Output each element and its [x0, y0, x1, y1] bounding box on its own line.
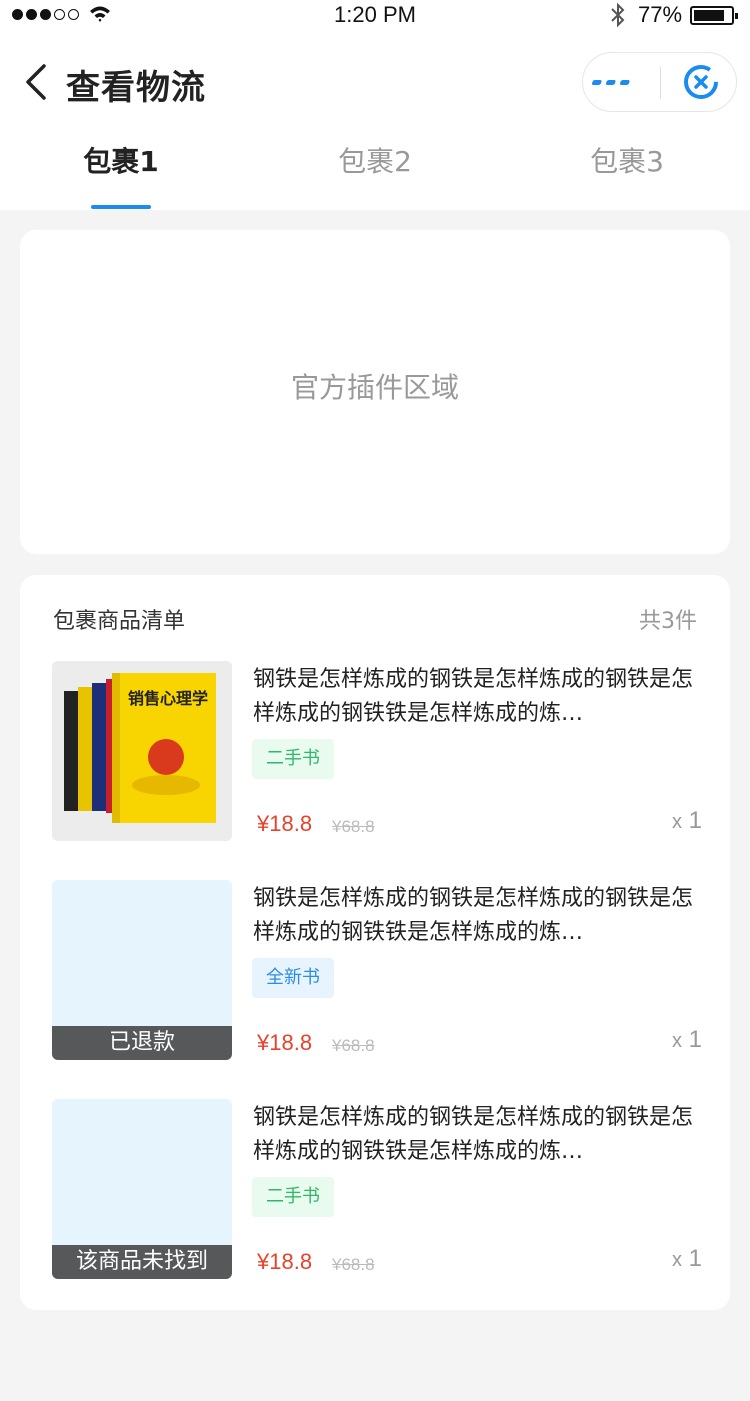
list-item[interactable]: 销售心理学 钢铁是怎样炼成的钢铁是怎样炼成的钢铁是怎样炼成的钢铁铁是怎样炼成的炼… — [52, 661, 702, 841]
list-title: 包裹商品清单 — [53, 609, 186, 634]
list-item[interactable]: 该商品未找到 钢铁是怎样炼成的钢铁是怎样炼成的钢铁是怎样炼成的钢铁铁是怎样炼成的… — [52, 1099, 702, 1279]
book-cover-title: 销售心理学 — [128, 689, 209, 708]
tab-package-2[interactable]: 包裹2 — [275, 140, 475, 180]
item-price: ¥18.8 — [257, 1030, 313, 1055]
back-arrow-icon[interactable] — [20, 62, 56, 102]
close-mini-program-icon[interactable] — [661, 53, 737, 111]
status-bar: 1:20 PM 77% — [0, 0, 750, 30]
item-original-price: ¥68.8 — [332, 1255, 375, 1274]
quantity-prefix: x — [671, 1030, 682, 1052]
battery-icon — [690, 6, 738, 25]
list-item[interactable]: 已退款 钢铁是怎样炼成的钢铁是怎样炼成的钢铁是怎样炼成的钢铁铁是怎样炼成的炼… … — [52, 880, 702, 1060]
more-icon[interactable] — [583, 53, 660, 111]
page-title: 查看物流 — [66, 68, 206, 108]
tab-package-3[interactable]: 包裹3 — [527, 140, 727, 180]
battery-percent: 77% — [638, 2, 683, 27]
bluetooth-icon — [611, 2, 625, 28]
condition-tag: 全新书 — [252, 958, 334, 998]
item-price: ¥18.8 — [257, 1249, 313, 1274]
item-count: 共3件 — [639, 609, 697, 634]
quantity-prefix: x — [671, 1249, 682, 1271]
active-tab-indicator — [91, 205, 151, 209]
item-title: 钢铁是怎样炼成的钢铁是怎样炼成的钢铁是怎样炼成的钢铁铁是怎样炼成的炼… — [253, 886, 693, 945]
item-title: 钢铁是怎样炼成的钢铁是怎样炼成的钢铁是怎样炼成的钢铁铁是怎样炼成的炼… — [253, 667, 693, 726]
mini-program-capsule — [582, 52, 737, 112]
item-original-price: ¥68.8 — [332, 817, 375, 836]
item-title: 钢铁是怎样炼成的钢铁是怎样炼成的钢铁是怎样炼成的钢铁铁是怎样炼成的炼… — [253, 1105, 693, 1164]
nav-bar: 查看物流 包裹1 包裹2 包裹3 — [0, 30, 750, 210]
quantity-value: 1 — [688, 807, 702, 834]
item-quantity: x 1 — [672, 1245, 702, 1273]
product-image: 销售心理学 — [52, 661, 232, 841]
refund-status-overlay: 已退款 — [52, 1026, 232, 1060]
quantity-value: 1 — [688, 1245, 702, 1272]
package-tabs: 包裹1 包裹2 包裹3 — [0, 140, 750, 210]
item-quantity: x 1 — [672, 807, 702, 835]
not-found-status-overlay: 该商品未找到 — [52, 1245, 232, 1279]
product-image: 该商品未找到 — [52, 1099, 232, 1279]
package-items-card: 包裹商品清单 共3件 销售心理学 钢铁是怎样炼成的钢铁是怎样炼成的钢铁是怎样炼成… — [20, 575, 730, 1310]
plugin-placeholder: 官方插件区域 — [290, 371, 459, 404]
item-price: ¥18.8 — [257, 811, 313, 836]
plugin-area: 官方插件区域 — [20, 230, 730, 554]
quantity-value: 1 — [688, 1026, 702, 1053]
item-quantity: x 1 — [672, 1026, 702, 1054]
quantity-prefix: x — [671, 811, 682, 833]
tab-package-1[interactable]: 包裹1 — [21, 140, 221, 180]
condition-tag: 二手书 — [252, 739, 334, 779]
product-image: 已退款 — [52, 880, 232, 1060]
item-original-price: ¥68.8 — [332, 1036, 375, 1055]
condition-tag: 二手书 — [252, 1177, 334, 1217]
